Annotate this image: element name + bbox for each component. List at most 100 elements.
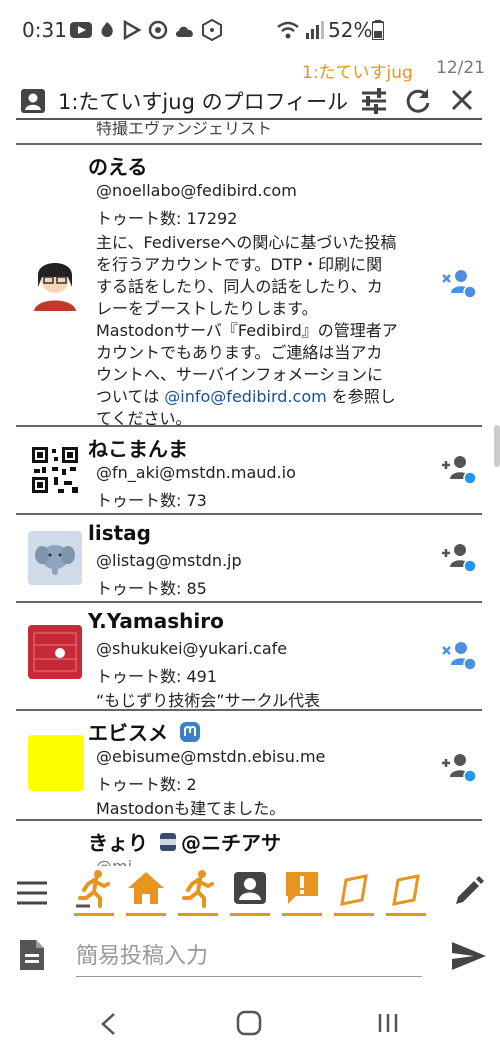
tab-underline (386, 913, 426, 916)
runner-icon (182, 870, 214, 908)
tab-underline (282, 913, 322, 916)
avatar[interactable] (28, 625, 82, 679)
filter-icon[interactable] (360, 87, 388, 115)
follow-icon[interactable] (441, 453, 477, 485)
quick-post-input[interactable]: 簡易投稿入力 (76, 938, 422, 977)
toot-count: トゥート数: 2 (96, 775, 197, 794)
menu-icon[interactable] (16, 880, 48, 906)
list-item[interactable]: きょり @ニチアサ @mi... (16, 821, 482, 866)
list-item[interactable]: ねこまんま @fn_aki@mstdn.maud.io トゥート数: 73 (16, 427, 482, 515)
follow-icon[interactable] (441, 541, 477, 573)
account-handle[interactable]: @shukukei@yukari.cafe (96, 639, 287, 658)
profile-icon (21, 89, 45, 113)
account-handle[interactable]: @noellabo@fedibird.com (96, 181, 297, 200)
status-time: 0:31 (22, 18, 67, 42)
dice-icon (202, 19, 222, 41)
tab-underline (334, 913, 374, 916)
account-page-indicator: 12/21 (436, 58, 485, 78)
bio-line: する話をしたり、同人の話をしたり、カ (96, 277, 383, 296)
tab-icon (340, 874, 368, 906)
cloud-icon (176, 26, 193, 37)
status-bar: 0:31 52% (0, 0, 500, 60)
display-name[interactable]: きょり @ニチアサ (88, 827, 281, 856)
tab-federated-timeline[interactable] (178, 868, 218, 918)
toot-count: トゥート数: 17292 (96, 209, 238, 228)
bio-line: ウントへ、サーバインフォメーションに (96, 365, 384, 384)
tab-underline (126, 913, 166, 916)
bio-line: 主に、Fediverseへの関心に基づいた投稿 (96, 233, 397, 252)
account-name[interactable]: 1:たていすjug (302, 58, 413, 83)
scrollbar-thumb[interactable] (494, 425, 500, 467)
tab-underline (178, 913, 218, 916)
elephant-avatar (35, 545, 75, 575)
account-handle[interactable]: @mi... (96, 857, 147, 866)
tab-notifications[interactable] (282, 868, 322, 918)
bio-line: を行うアカウントです。DTP・印刷に関 (96, 255, 383, 274)
tab-column[interactable] (334, 868, 374, 918)
display-name[interactable]: ねこまんま (88, 433, 188, 462)
system-nav-bar (0, 990, 500, 1056)
battery-icon (372, 20, 384, 40)
document-icon[interactable] (18, 938, 46, 972)
bio-text: ついては (96, 387, 165, 406)
wifi-icon (277, 21, 299, 39)
qr-code-avatar (32, 447, 78, 493)
youtube-icon (70, 22, 92, 38)
toot-count: トゥート数: 73 (96, 491, 207, 510)
title-divider (16, 118, 482, 120)
recents-icon[interactable] (376, 1012, 400, 1034)
avatar-illustration (34, 263, 76, 311)
account-handle[interactable]: @listag@mstdn.jp (96, 551, 242, 570)
follow-icon[interactable] (441, 751, 477, 783)
avatar[interactable] (28, 443, 82, 497)
chrome-icon (148, 20, 168, 40)
display-name[interactable]: のえる (88, 151, 147, 180)
bio-line: カウントでもあります。ご連絡は当アカ (96, 343, 383, 362)
tab-underline (74, 913, 114, 916)
page-title: 1:たていすjug のプロフィール (58, 90, 349, 114)
tab-underline (230, 913, 270, 916)
account-handle[interactable]: @ebisume@mstdn.ebisu.me (96, 747, 325, 766)
tab-home[interactable] (126, 868, 166, 918)
unfollow-icon[interactable] (441, 639, 477, 671)
display-name[interactable]: エビスメ (88, 717, 201, 746)
avatar[interactable] (28, 735, 84, 791)
profile-icon (234, 872, 266, 904)
home-nav-icon[interactable] (236, 1010, 262, 1036)
avatar[interactable] (28, 531, 82, 585)
music-icon (101, 22, 113, 37)
list-item[interactable]: エビスメ @ebisume@mstdn.ebisu.me トゥート数: 2 Ma… (16, 711, 482, 821)
home-icon (128, 872, 164, 904)
tab-icon (392, 874, 420, 906)
toot-count: トゥート数: 85 (96, 579, 207, 598)
bio-line: レーをブーストしたりします。 (96, 299, 318, 318)
tab-local-timeline[interactable] (74, 868, 114, 918)
list-item[interactable]: Y.Yamashiro @shukukei@yukari.cafe トゥート数:… (16, 603, 482, 711)
account-handle[interactable]: @fn_aki@mstdn.maud.io (96, 463, 296, 482)
bio-line: “もじずり技術会”サークル代表 (96, 691, 321, 710)
profile-list[interactable]: 特撮エヴァンジェリスト のえる @noellabo@fedibird.com ト… (0, 121, 494, 866)
tab-column[interactable] (386, 868, 426, 918)
input-placeholder: 簡易投稿入力 (76, 944, 209, 969)
bio-line: てください。 (96, 409, 192, 428)
refresh-icon[interactable] (404, 87, 432, 115)
avatar[interactable] (28, 257, 82, 311)
display-name[interactable]: Y.Yamashiro (88, 609, 224, 633)
bio-link[interactable]: @info@fedibird.com (164, 387, 326, 406)
list-item[interactable]: のえる @noellabo@fedibird.com トゥート数: 17292 … (16, 145, 482, 428)
bio-text: を参照し (326, 387, 396, 406)
back-icon[interactable] (100, 1012, 116, 1036)
signal-icon (306, 21, 324, 39)
tab-profile[interactable] (230, 868, 270, 918)
close-icon[interactable] (450, 88, 474, 112)
list-item[interactable]: listag @listag@mstdn.jp トゥート数: 85 (16, 515, 482, 603)
play-store-icon (123, 20, 142, 40)
alert-icon (286, 872, 318, 904)
compose-icon[interactable] (452, 876, 484, 908)
unfollow-icon[interactable] (441, 267, 477, 299)
battery-percent: 52% (328, 18, 373, 42)
display-name-text: エビスメ (88, 721, 168, 745)
runner-icon (76, 870, 110, 908)
send-icon[interactable] (450, 940, 488, 972)
display-name[interactable]: listag (88, 521, 151, 545)
